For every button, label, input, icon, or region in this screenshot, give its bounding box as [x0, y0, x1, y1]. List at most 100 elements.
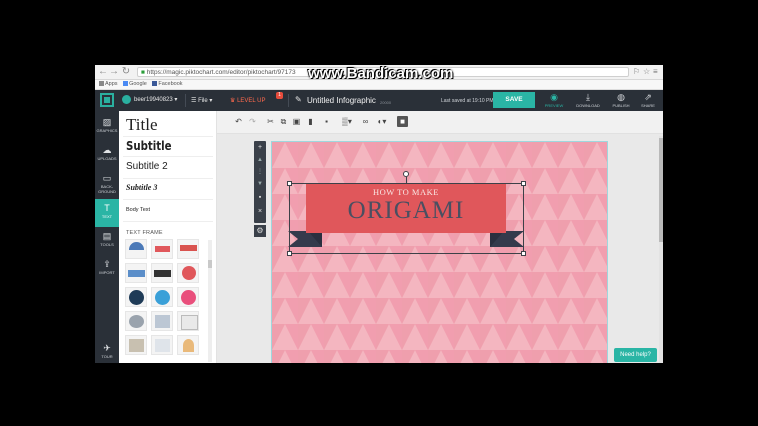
file-menu[interactable]: ☰ File ▾ [191, 97, 212, 104]
save-button[interactable]: SAVE [493, 92, 535, 108]
cut-icon[interactable]: ✂ [265, 116, 276, 127]
pencil-icon[interactable]: ✎ [295, 95, 302, 104]
rotate-handle[interactable] [403, 171, 409, 177]
app-header: beer19940823 ▾ ☰ File ▾ ♛ LEVEL UP 1 ✎ U… [95, 90, 663, 111]
image-icon: ▨ [102, 117, 112, 127]
tools-icon: ▤ [102, 231, 112, 241]
canvas-vertical-toolbar: + ▲ ⋮ ▼ ▪ × [254, 141, 266, 223]
rotate-line [406, 177, 407, 183]
text-style-subtitle-2[interactable]: Subtitle 2 [126, 161, 168, 172]
hamburger-icon: ☰ [191, 98, 197, 104]
sidebar-item-uploads[interactable]: ☁ UPLOADS [95, 141, 119, 169]
resize-handle[interactable] [287, 181, 292, 186]
drag-handle-icon[interactable]: ⋮ [254, 166, 266, 178]
reload-icon[interactable]: ↻ [120, 66, 132, 78]
crown-icon: ♛ [230, 98, 236, 104]
sidebar-item-tools[interactable]: ▤ TOOLS [95, 227, 119, 255]
bookmark-google[interactable]: Google [123, 81, 147, 87]
apps-icon [99, 81, 104, 87]
resize-handle[interactable] [521, 181, 526, 186]
resize-handle[interactable] [287, 251, 292, 256]
text-frame-thumb[interactable] [177, 239, 199, 259]
eye-icon: ◉ [550, 92, 558, 102]
download-icon: ⤓ [586, 92, 590, 102]
resize-handle[interactable] [521, 251, 526, 256]
text-frame-thumb[interactable] [125, 311, 147, 331]
selection-box[interactable] [289, 183, 524, 254]
duplicate-icon[interactable]: ▪ [254, 192, 266, 204]
text-frame-thumb[interactable] [177, 311, 199, 331]
color-swatch-button[interactable]: ■ [397, 116, 408, 127]
sidebar-item-text[interactable]: T TEXT [95, 199, 119, 227]
cloud-upload-icon: ☁ [102, 145, 112, 155]
arrange-icon[interactable]: ◐▾ [374, 116, 390, 127]
sidebar-item-background[interactable]: ▭ BACK-GROUND [95, 169, 119, 199]
text-frame-thumb[interactable] [177, 335, 199, 355]
text-panel: Title Subtitle Subtitle 2 Subtitle 3 Bod… [119, 111, 217, 363]
transparency-icon[interactable]: ▒▾ [339, 116, 355, 127]
menu-icon[interactable]: ≡ [653, 67, 658, 76]
link-icon[interactable]: ∞ [360, 116, 371, 127]
extension-icon[interactable]: ⚐ [633, 67, 640, 76]
paste-icon[interactable]: ▣ [291, 116, 302, 127]
document-title[interactable]: Untitled Infographic [307, 96, 376, 105]
text-frame-heading: TEXT FRAME [126, 230, 163, 236]
redo-icon[interactable]: ↷ [247, 116, 258, 127]
text-frame-thumb[interactable] [151, 263, 173, 283]
tour-icon: ✈ [103, 343, 111, 353]
text-frame-thumb[interactable] [125, 239, 147, 259]
text-frame-thumb[interactable] [125, 263, 147, 283]
delete-icon[interactable]: ▮ [305, 116, 316, 127]
text-frame-thumb[interactable] [125, 335, 147, 355]
need-help-button[interactable]: Need help? [614, 348, 657, 362]
text-frame-thumb[interactable] [177, 263, 199, 283]
divider [123, 178, 213, 179]
canvas-scrollbar[interactable] [659, 136, 663, 363]
text-frame-thumb[interactable] [151, 287, 173, 307]
move-down-icon[interactable]: ▼ [254, 178, 266, 190]
text-frame-thumb[interactable] [151, 239, 173, 259]
panel-scrollbar[interactable] [208, 240, 212, 362]
text-style-subtitle-3[interactable]: Subtitle 3 [126, 183, 157, 192]
bookmark-star-icon[interactable]: ☆ [643, 67, 650, 76]
text-style-body[interactable]: Body Text [126, 207, 150, 213]
facebook-icon [152, 81, 158, 87]
save-status: Last saved at 19:10 PM [441, 98, 494, 104]
copy-icon[interactable]: ⧉ [278, 116, 289, 127]
gear-icon[interactable]: ⚙ [254, 225, 266, 237]
text-frame-thumb[interactable] [151, 335, 173, 355]
move-up-icon[interactable]: ▲ [254, 154, 266, 166]
download-button[interactable]: ⤓ DOWNLOAD [576, 92, 600, 108]
add-block-icon[interactable]: + [254, 142, 266, 154]
undo-icon[interactable]: ↶ [233, 116, 244, 127]
bookmark-apps[interactable]: Apps [99, 81, 118, 87]
notification-badge[interactable]: 1 [276, 92, 283, 99]
bookmark-facebook[interactable]: Facebook [152, 81, 183, 87]
forward-icon[interactable]: → [108, 66, 120, 78]
zoom-level: 20000 [380, 100, 392, 105]
chevron-down-icon: ▾ [209, 98, 213, 104]
text-frame-thumb[interactable] [125, 287, 147, 307]
sidebar-item-import[interactable]: ⇪ IMPORT [95, 255, 119, 283]
header-divider [185, 94, 186, 107]
divider [123, 136, 213, 137]
text-style-title[interactable]: Title [126, 115, 158, 135]
share-icon: ⇗ [644, 92, 652, 102]
piktochart-logo-icon[interactable] [100, 93, 114, 107]
import-icon: ⇪ [103, 259, 111, 269]
background-icon: ▭ [102, 173, 112, 183]
avatar [122, 95, 131, 104]
text-frame-thumb[interactable] [151, 311, 173, 331]
lock-icon[interactable]: ▪ [321, 116, 332, 127]
text-style-subtitle[interactable]: Subtitle [126, 139, 172, 153]
account-menu[interactable]: beer19940823 ▾ [122, 95, 177, 104]
sidebar-item-tour[interactable]: ✈ TOUR [95, 339, 119, 363]
text-frame-thumb[interactable] [177, 287, 199, 307]
browser-window: ← → ↻ ■ https://magic.piktochart.com/edi… [95, 65, 663, 363]
share-button[interactable]: ⇗ SHARE [636, 92, 660, 108]
publish-button[interactable]: ◍ PUBLISH [609, 92, 633, 108]
level-up-button[interactable]: ♛ LEVEL UP [230, 97, 266, 104]
sidebar-item-graphics[interactable]: ▨ GRAPHICS [95, 113, 119, 141]
preview-button[interactable]: ◉ PREVIEW [542, 92, 566, 108]
close-icon[interactable]: × [254, 206, 266, 218]
